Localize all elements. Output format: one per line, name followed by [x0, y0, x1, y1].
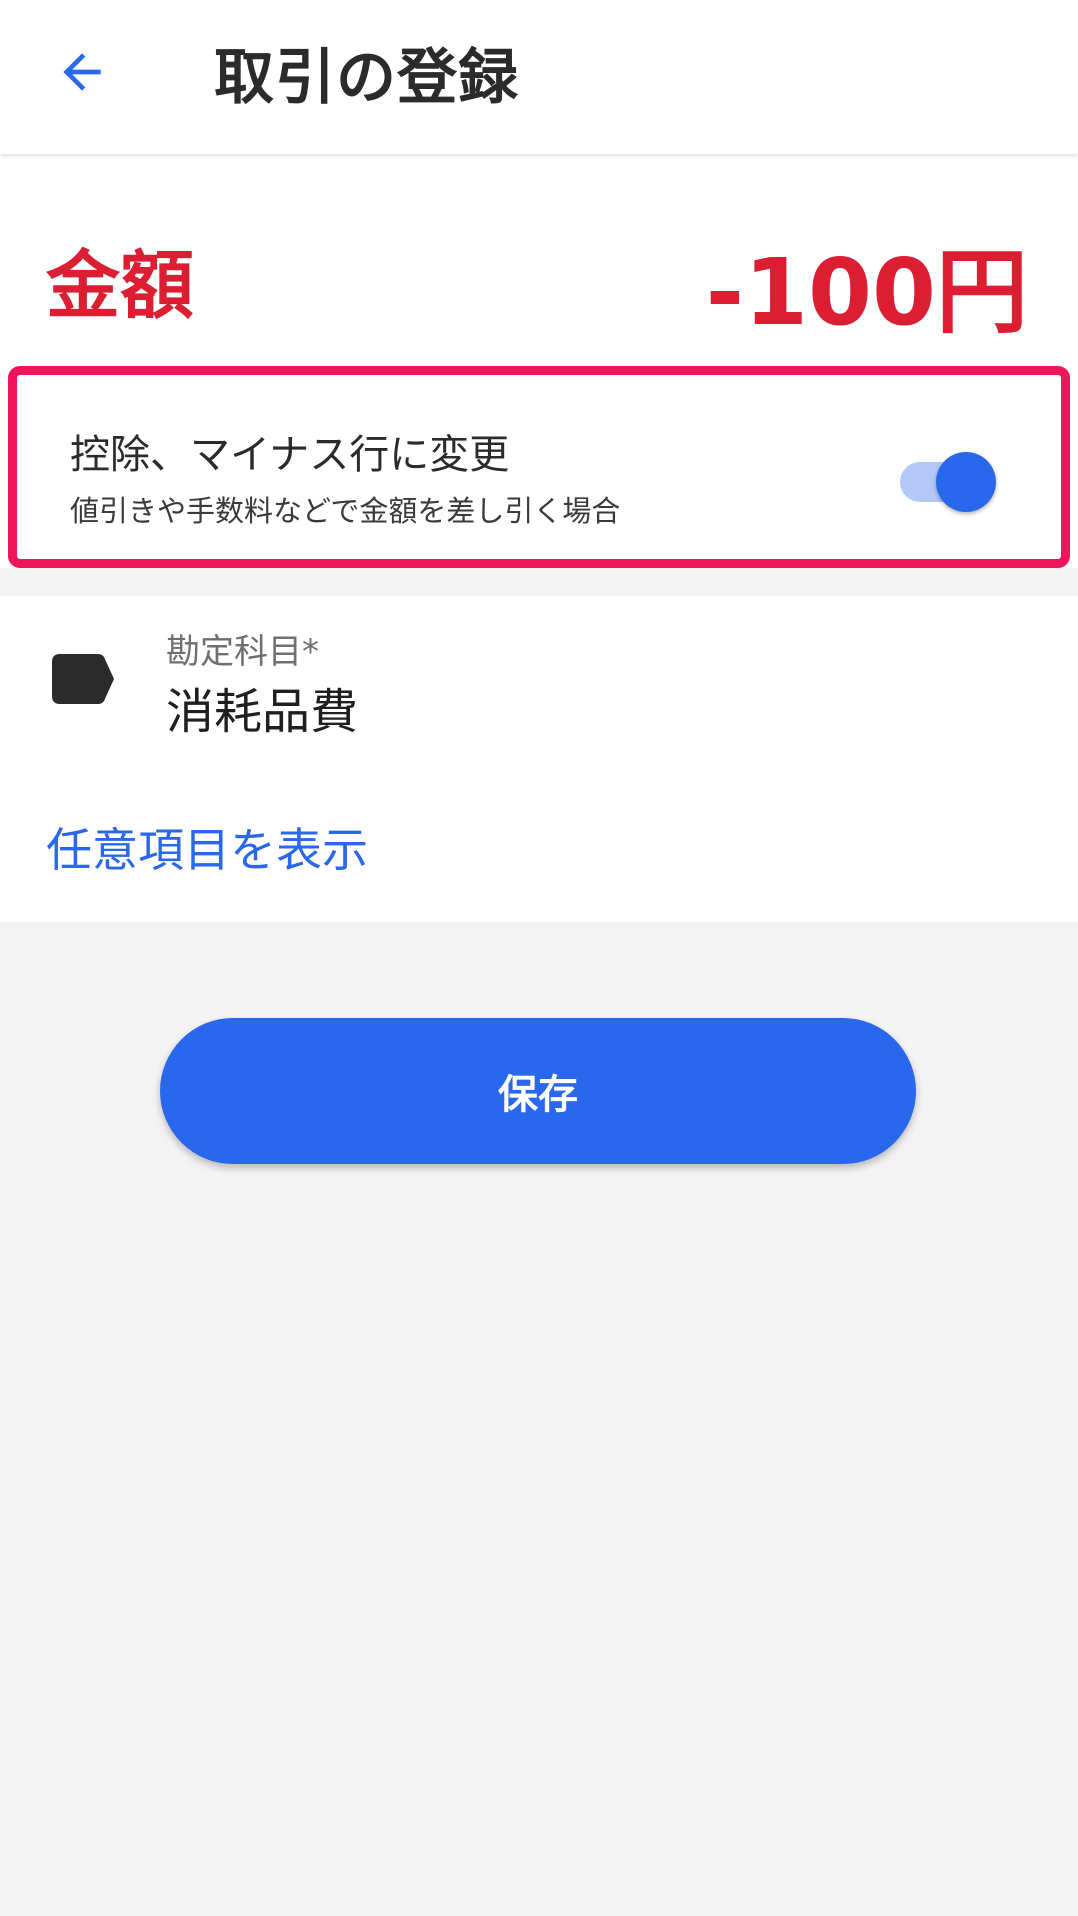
account-field-value[interactable]: 消耗品費: [166, 672, 358, 742]
deduction-toggle-row[interactable]: 控除、マイナス行に変更 値引きや手数料などで金額を差し引く場合: [0, 364, 1078, 568]
amount-label: 金額: [46, 243, 194, 329]
deduction-toggle-subtitle: 値引きや手数料などで金額を差し引く場合: [70, 494, 621, 528]
amount-value: -100円: [705, 239, 1028, 346]
account-field-label: 勘定科目*: [166, 632, 319, 672]
deduction-toggle-title: 控除、マイナス行に変更: [70, 432, 510, 478]
amount-row[interactable]: 金額 -100円: [0, 154, 1078, 364]
back-button[interactable]: [40, 30, 124, 114]
save-button[interactable]: 保存: [160, 1018, 916, 1164]
show-optional-fields-link[interactable]: 任意項目を表示: [46, 814, 368, 880]
arrow-left-icon: [63, 53, 101, 91]
deduction-switch[interactable]: [898, 448, 998, 512]
app-bar: 取引の登録: [0, 0, 1078, 154]
tag-icon: [52, 654, 114, 704]
switch-thumb: [936, 452, 996, 512]
account-section: 勘定科目* 消耗品費 任意項目を表示: [0, 596, 1078, 922]
page: 取引の登録 金額 -100円 控除、マイナス行に変更 値引きや手数料などで金額を…: [0, 0, 1078, 1916]
page-title: 取引の登録: [214, 42, 519, 113]
